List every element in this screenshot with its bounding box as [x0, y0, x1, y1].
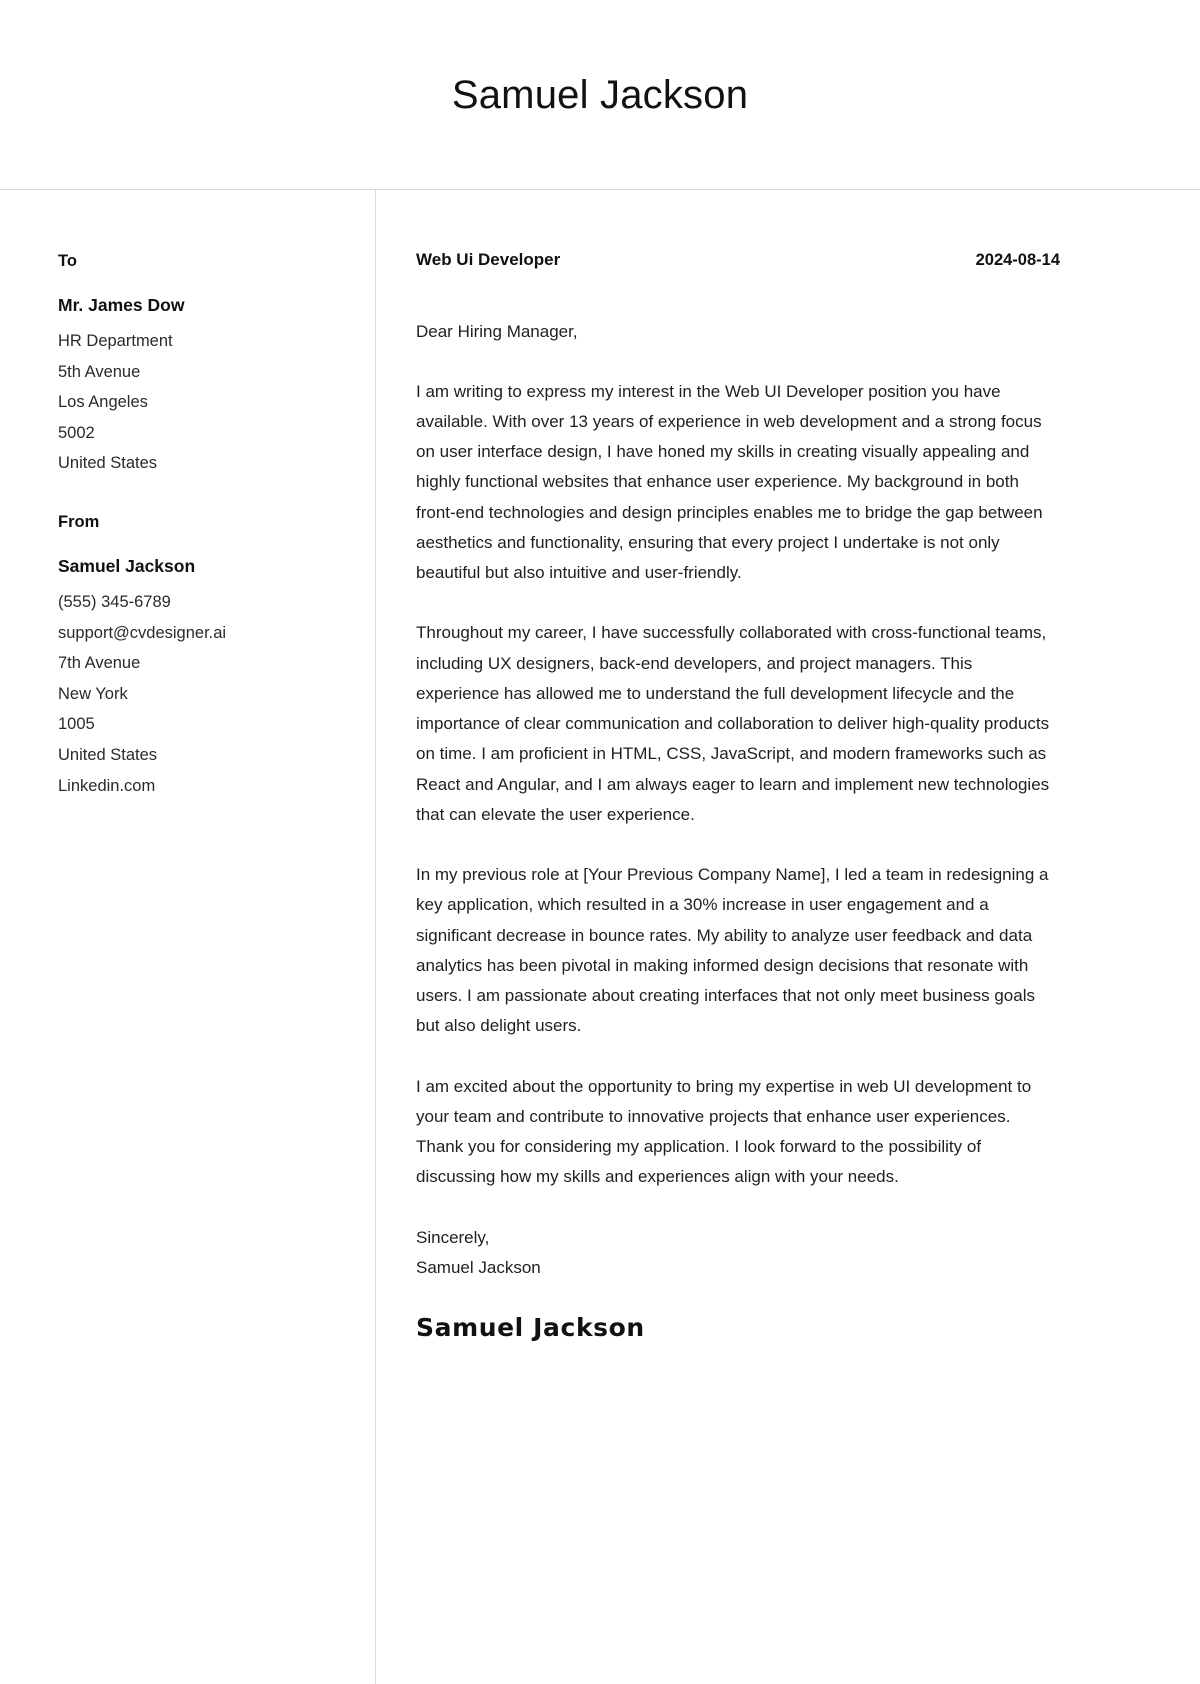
sender-line: United States [58, 746, 158, 764]
sender-name: Samuel Jackson [58, 555, 196, 576]
closing-word: Sincerely, [416, 1227, 490, 1247]
sender-line: New York [58, 684, 128, 703]
sender-phone: (555) 345-6789 [58, 593, 171, 612]
recipient-line: 5th Avenue [58, 362, 141, 381]
sender-line: 1005 [58, 715, 95, 734]
closing-block: Sincerely, Samuel Jackson [416, 1223, 1060, 1284]
letter-paragraph: In my previous role at [Your Previous Co… [416, 865, 1049, 1036]
recipient-name: Mr. James Dow [58, 294, 185, 315]
salutation: Dear Hiring Manager, [416, 321, 578, 341]
recipient-line: Los Angeles [58, 393, 148, 412]
letter-body: To Mr. James Dow HR Department 5th Avenu… [0, 190, 1200, 1684]
letter-header: Samuel Jackson [0, 0, 1200, 190]
recipient-block: To Mr. James Dow HR Department 5th Avenu… [58, 252, 335, 479]
letter-paragraph: I am writing to express my interest in t… [416, 381, 1043, 583]
sender-linkedin: Linkedin.com [58, 776, 156, 795]
sender-block: From Samuel Jackson (555) 345-6789 suppo… [58, 513, 335, 801]
closing-name: Samuel Jackson [416, 1257, 541, 1277]
sender-email: support@cvdesigner.ai [58, 623, 227, 642]
job-title-row: Web Ui Developer 2024-08-14 [416, 250, 1060, 271]
letter-paragraph: Throughout my career, I have successfull… [416, 623, 1050, 824]
cover-letter-page: Samuel Jackson To Mr. James Dow HR Depar… [0, 0, 1200, 1684]
contact-sidebar: To Mr. James Dow HR Department 5th Avenu… [0, 190, 376, 1684]
to-label: To [58, 252, 77, 270]
recipient-line: HR Department [58, 332, 173, 351]
letter-date: 2024-08-14 [975, 251, 1060, 269]
handwritten-signature: Samuel Jackson [416, 1313, 645, 1343]
candidate-name: Samuel Jackson [451, 72, 749, 117]
sender-line: 7th Avenue [58, 654, 141, 673]
recipient-line: 5002 [58, 423, 95, 442]
from-label: From [58, 513, 100, 531]
recipient-line: United States [58, 454, 158, 473]
job-title: Web Ui Developer [416, 250, 561, 269]
letter-content: Web Ui Developer 2024-08-14 Dear Hiring … [376, 190, 1200, 1684]
letter-paragraph: I am excited about the opportunity to br… [416, 1076, 1032, 1187]
